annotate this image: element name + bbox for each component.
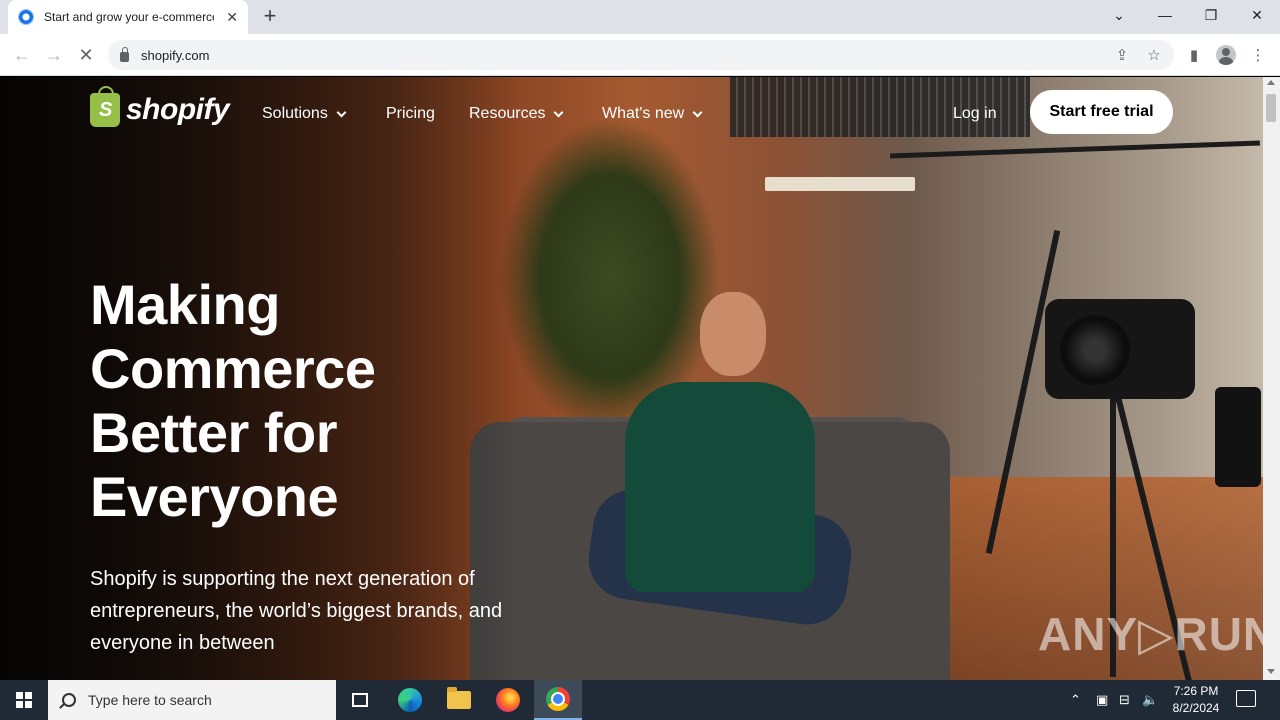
browser-tab[interactable]: Start and grow your e-commerce business … xyxy=(8,0,248,34)
chrome-icon xyxy=(546,687,570,711)
anyrun-watermark: ANY▷RUN xyxy=(1038,608,1263,660)
windows-taskbar: Type here to search ⌃ ▣ ⊟ 🔈 7:26 PM 8/2/… xyxy=(0,680,1280,720)
taskbar-search[interactable]: Type here to search xyxy=(48,680,336,720)
star-icon[interactable]: ☆ xyxy=(1143,44,1165,66)
scroll-down-icon[interactable] xyxy=(1267,669,1275,674)
task-view-button[interactable] xyxy=(336,680,384,720)
shopify-logo[interactable]: S shopify xyxy=(90,86,230,127)
nav-resources[interactable]: Resources xyxy=(469,105,564,123)
file-explorer-icon xyxy=(447,687,471,709)
hero-title-line: Better for xyxy=(90,401,338,464)
hero-title-line: Commerce xyxy=(90,337,376,400)
scroll-up-icon[interactable] xyxy=(1267,80,1275,85)
stand-arm xyxy=(890,140,1260,159)
page-scrollbar[interactable] xyxy=(1263,77,1280,680)
address-bar[interactable]: shopify.com xyxy=(108,40,1174,70)
hero-subtitle: Shopify is supporting the next generatio… xyxy=(90,568,503,654)
nav-pricing[interactable]: Pricing xyxy=(386,105,435,123)
shopify-bag-icon: S xyxy=(90,86,120,127)
network-icon[interactable]: ⊟ xyxy=(1119,680,1130,720)
forward-button[interactable]: → xyxy=(41,42,67,68)
tab-title: Start and grow your e-commerce business … xyxy=(44,10,214,24)
person-torso-image xyxy=(625,382,815,592)
loading-favicon-icon xyxy=(18,9,34,25)
chevron-down-icon xyxy=(336,107,347,117)
firefox-button[interactable] xyxy=(484,680,532,720)
url-text[interactable]: shopify.com xyxy=(141,48,209,63)
notification-icon[interactable] xyxy=(1236,690,1256,707)
nav-label: Pricing xyxy=(386,105,435,122)
tab-close-icon[interactable]: ✕ xyxy=(226,9,238,26)
hero-title-line: Everyone xyxy=(90,465,339,528)
logo-text: shopify xyxy=(126,93,230,126)
person-head-image xyxy=(700,292,766,376)
windows-logo-icon xyxy=(16,692,32,708)
menu-icon[interactable]: ⋮ xyxy=(1247,44,1269,66)
hero-title-line: Making xyxy=(90,273,280,336)
volume-icon[interactable]: 🔈 xyxy=(1142,680,1158,720)
clock-date: 8/2/2024 xyxy=(1172,701,1220,715)
new-tab-button[interactable]: + xyxy=(258,5,282,29)
firefox-icon xyxy=(496,688,520,712)
logo-letter: S xyxy=(99,99,113,121)
tray-overflow-icon[interactable]: ⌃ xyxy=(1070,680,1081,720)
nav-label: What's new xyxy=(602,105,685,122)
nav-label: Solutions xyxy=(262,105,328,122)
nav-solutions[interactable]: Solutions xyxy=(262,105,347,123)
edge-button[interactable] xyxy=(386,680,434,720)
restore-button[interactable]: ❐ xyxy=(1188,0,1234,30)
nav-whats-new[interactable]: What's new xyxy=(602,105,703,123)
search-icon xyxy=(62,693,76,707)
lock-icon[interactable] xyxy=(120,47,129,62)
scroll-thumb[interactable] xyxy=(1266,94,1276,122)
minimize-button[interactable]: — xyxy=(1142,0,1188,30)
profile-icon[interactable] xyxy=(1215,44,1237,66)
taskbar-clock[interactable]: 7:26 PM 8/2/2024 xyxy=(1164,683,1228,717)
nav-label: Resources xyxy=(469,105,546,122)
side-panel-icon[interactable]: ▮ xyxy=(1183,44,1205,66)
search-placeholder: Type here to search xyxy=(88,692,212,708)
camera-lens-image xyxy=(1060,315,1130,385)
clock-time: 7:26 PM xyxy=(1173,684,1219,698)
tray-device-icon[interactable]: ▣ xyxy=(1096,680,1108,720)
hero-title: Making Commerce Better for Everyone xyxy=(90,273,510,529)
shopify-page: S shopify Solutions Pricing Resources Wh… xyxy=(0,77,1263,680)
start-free-trial-button[interactable]: Start free trial xyxy=(1030,90,1173,134)
login-link[interactable]: Log in xyxy=(953,105,997,123)
browser-toolbar: ← → ✕ shopify.com ⇪ ☆ ▮ ⋮ xyxy=(0,34,1280,76)
file-explorer-button[interactable] xyxy=(435,680,483,720)
close-window-button[interactable]: ✕ xyxy=(1234,0,1280,30)
chrome-button[interactable] xyxy=(534,680,582,720)
avatar[interactable] xyxy=(1216,45,1236,65)
light-bar-decoration xyxy=(765,177,915,191)
browser-tab-bar: Start and grow your e-commerce business … xyxy=(0,0,1280,34)
chevron-down-icon xyxy=(692,107,703,117)
back-button[interactable]: ← xyxy=(9,42,35,68)
chevron-down-icon xyxy=(554,107,564,117)
tab-search-button[interactable]: ⌄ xyxy=(1096,0,1142,30)
start-button[interactable] xyxy=(0,680,48,720)
edge-icon xyxy=(398,688,422,712)
task-view-icon xyxy=(352,693,368,707)
stop-loading-button[interactable]: ✕ xyxy=(73,42,99,68)
share-icon[interactable]: ⇪ xyxy=(1111,44,1133,66)
monitor-image xyxy=(1215,387,1261,487)
